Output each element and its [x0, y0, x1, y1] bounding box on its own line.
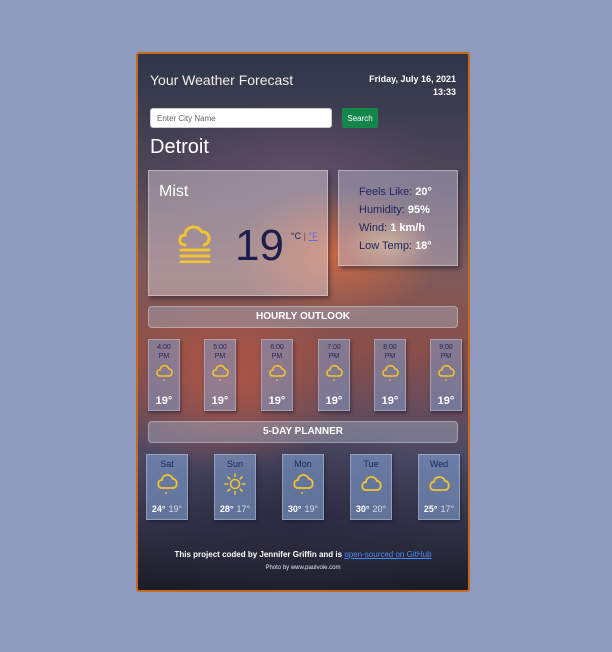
mist-icon — [175, 219, 215, 268]
hour-time: 9:00 — [439, 344, 453, 351]
hour-time: 6:00 — [270, 344, 284, 351]
daily-item: Sun 28° 17° — [214, 454, 256, 520]
feels-like-label: Feels Like: — [359, 186, 413, 198]
daily-item: Tue 30° 20° — [350, 454, 392, 520]
photo-credit: Photo by www.paulvoie.com — [265, 565, 341, 571]
hourly-item: 8:00 PM 19° — [374, 339, 406, 411]
cloud-icon — [419, 472, 459, 496]
hour-temp: 19° — [211, 395, 229, 407]
cloud-rain-icon — [431, 363, 461, 383]
day-name: Mon — [294, 459, 312, 469]
weather-details-card: Feels Like: 20° Humidity: 95% Wind: 1 km… — [338, 170, 458, 266]
footer-text: This project coded by Jennifer Griffin a… — [174, 550, 343, 559]
cloud-rain-icon — [205, 363, 235, 383]
wind-value: 1 km/h — [390, 222, 426, 234]
hour-period: PM — [384, 353, 396, 360]
fahrenheit-link[interactable]: °F — [308, 231, 317, 241]
hour-period: PM — [214, 353, 226, 360]
day-low: 17° — [236, 504, 251, 514]
current-time: 13:33 — [432, 87, 456, 97]
current-date: Friday, July 16, 2021 — [369, 74, 456, 84]
low-temp-value: 18° — [415, 240, 432, 252]
cloud-rain-icon — [147, 472, 187, 496]
hour-temp: 19° — [381, 395, 399, 407]
day-low: 20° — [372, 504, 387, 514]
wind-row: Wind: 1 km/h — [339, 219, 457, 237]
unit-toggle: °C | °F — [291, 231, 318, 241]
low-temp-row: Low Temp: 18° — [339, 237, 457, 255]
app-title: Your Weather Forecast — [150, 72, 294, 88]
hour-period: PM — [271, 353, 283, 360]
low-temp-label: Low Temp: — [359, 240, 412, 252]
wind-label: Wind: — [359, 222, 388, 234]
hour-time: 7:00 — [327, 344, 341, 351]
day-high: 25° — [423, 504, 438, 514]
unit-separator: | — [303, 231, 306, 241]
cloud-rain-icon — [149, 363, 179, 383]
day-high: 28° — [219, 504, 234, 514]
current-weather-card: Mist 19 °C | °F — [148, 170, 328, 296]
hour-period: PM — [328, 353, 340, 360]
hour-period: PM — [158, 353, 170, 360]
hour-period: PM — [440, 353, 452, 360]
hourly-item: 5:00 PM 19° — [204, 339, 236, 411]
day-name: Sat — [160, 459, 174, 469]
hour-temp: 19° — [268, 395, 286, 407]
day-high: 30° — [355, 504, 370, 514]
humidity-value: 95% — [407, 204, 430, 216]
hour-temp: 19° — [437, 395, 455, 407]
daily-item: Sat 24° 19° — [146, 454, 188, 520]
hour-temp: 19° — [325, 395, 343, 407]
feels-like-value: 20° — [415, 186, 432, 198]
hour-time: 8:00 — [383, 344, 397, 351]
city-name: Detroit — [150, 136, 209, 158]
feels-like-row: Feels Like: 20° — [339, 183, 457, 201]
hourly-outlook-heading: HOURLY OUTLOOK — [148, 306, 458, 328]
humidity-label: Humidity: — [359, 204, 405, 216]
city-search-input[interactable] — [150, 108, 332, 128]
day-low: 17° — [440, 504, 455, 514]
daily-item: Wed 25° 17° — [418, 454, 460, 520]
sun-icon — [215, 472, 255, 496]
humidity-row: Humidity: 95% — [339, 201, 457, 219]
day-name: Tue — [363, 459, 379, 469]
hour-time: 5:00 — [213, 344, 227, 351]
five-day-planner-heading: 5-DAY PLANNER — [148, 421, 458, 443]
day-name: Wed — [429, 459, 449, 469]
day-name: Sun — [226, 459, 243, 469]
github-link[interactable]: open-sourced on GitHub — [344, 550, 431, 559]
search-button[interactable]: Search — [342, 108, 378, 128]
cloud-rain-icon — [375, 363, 405, 383]
day-high: 30° — [287, 504, 302, 514]
weather-app: Your Weather Forecast Friday, July 16, 2… — [136, 52, 470, 592]
condition-label: Mist — [159, 183, 189, 200]
celsius-unit: °C — [291, 231, 302, 241]
footer-credit: This project coded by Jennifer Griffin a… — [138, 550, 468, 559]
date-time: Friday, July 16, 2021 13:33 — [369, 73, 456, 99]
hourly-item: 6:00 PM 19° — [261, 339, 293, 411]
daily-item: Mon 30° 19° — [282, 454, 324, 520]
hourly-item: 7:00 PM 19° — [318, 339, 350, 411]
day-high: 24° — [151, 504, 166, 514]
day-low: 19° — [168, 504, 183, 514]
cloud-rain-icon — [262, 363, 292, 383]
cloud-rain-icon — [319, 363, 349, 383]
current-temperature: 19 — [235, 221, 284, 270]
hourly-item: 4:00 PM 19° — [148, 339, 180, 411]
day-low: 19° — [304, 504, 319, 514]
hour-temp: 19° — [155, 395, 173, 407]
cloud-icon — [351, 472, 391, 496]
hour-time: 4:00 — [157, 344, 171, 351]
cloud-rain-icon — [283, 472, 323, 496]
hourly-item: 9:00 PM 19° — [430, 339, 462, 411]
